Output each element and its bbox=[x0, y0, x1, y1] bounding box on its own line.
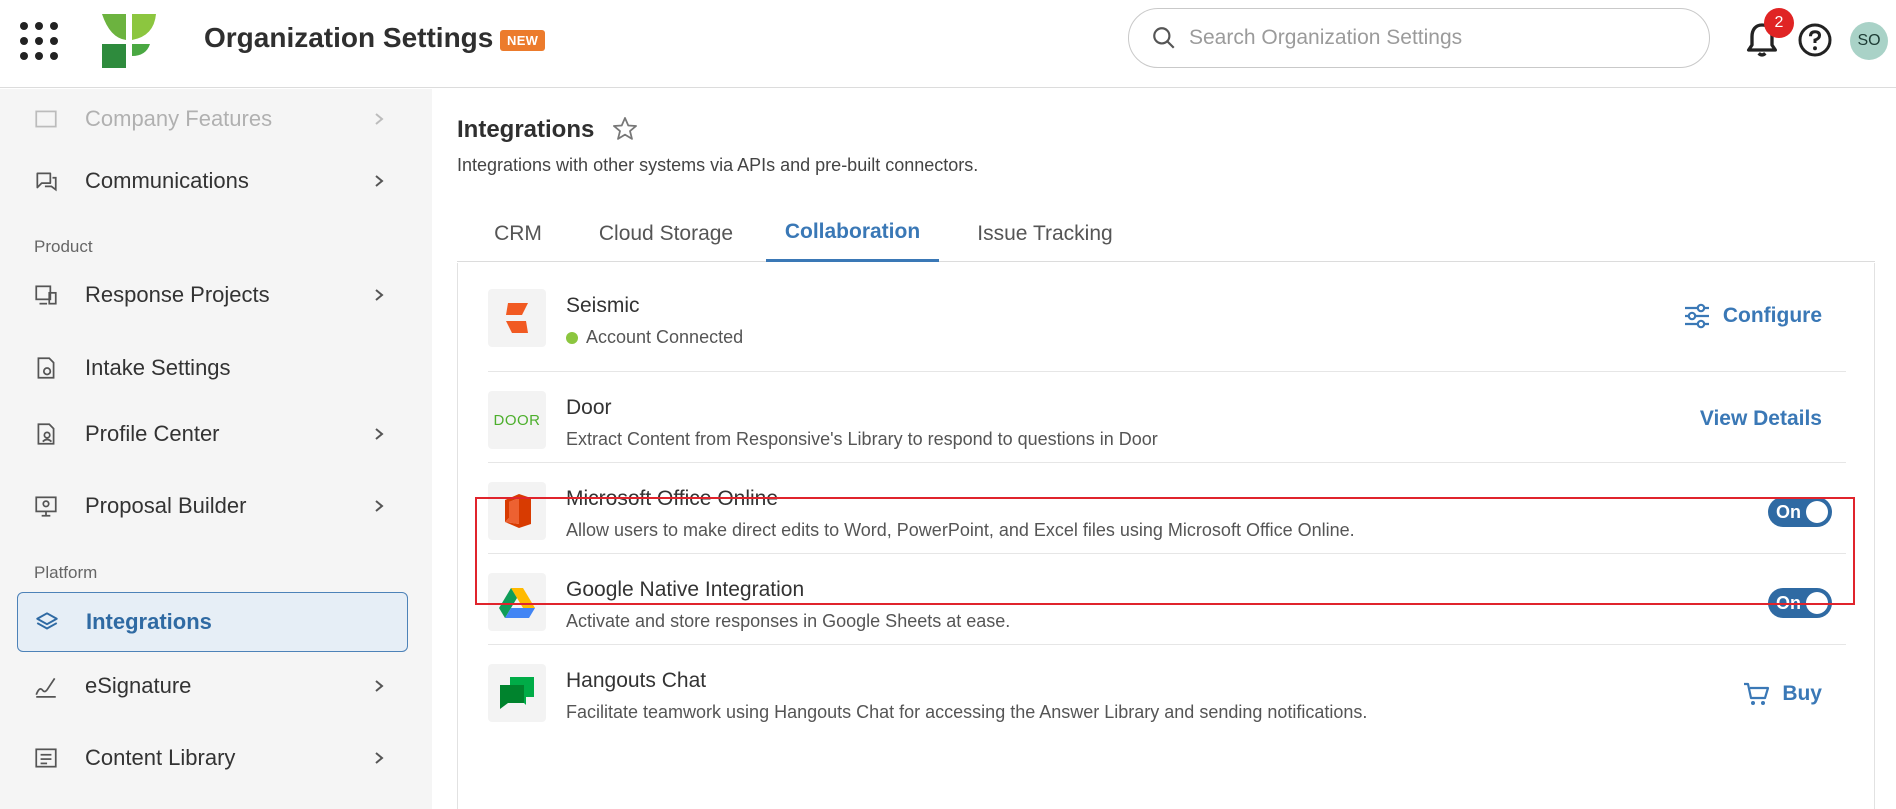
tab-cloud-storage[interactable]: Cloud Storage bbox=[581, 205, 751, 262]
chevron-right-icon bbox=[375, 113, 384, 125]
sidebar-section-product: Product bbox=[34, 237, 93, 256]
sliders-icon bbox=[1684, 303, 1709, 329]
top-header: Organization Settings NEW 2 SO bbox=[0, 0, 1896, 88]
door-logo: DOOR bbox=[488, 391, 546, 449]
integration-name: Seismic bbox=[566, 294, 640, 317]
help-icon[interactable] bbox=[1797, 22, 1833, 58]
status-label: Account Connected bbox=[586, 327, 744, 347]
search-input[interactable] bbox=[1189, 26, 1689, 50]
buy-button[interactable]: Buy bbox=[1742, 680, 1822, 708]
integration-tabs: CRM Cloud Storage Collaboration Issue Tr… bbox=[457, 205, 1875, 262]
sidebar-item-label: Communications bbox=[85, 168, 249, 193]
search-bar[interactable] bbox=[1128, 8, 1710, 68]
brand-logo bbox=[102, 14, 156, 68]
app-title: Organization Settings bbox=[204, 22, 494, 53]
sidebar-section-platform: Platform bbox=[34, 563, 98, 582]
sidebar-item-integrations[interactable]: Integrations bbox=[17, 592, 408, 652]
notification-count-badge: 2 bbox=[1764, 8, 1794, 38]
profile-center-icon bbox=[37, 423, 55, 445]
new-badge: NEW bbox=[500, 30, 546, 51]
sidebar-item-label: Response Projects bbox=[85, 282, 270, 307]
search-icon bbox=[1153, 27, 1175, 49]
proposal-builder-icon bbox=[35, 496, 57, 517]
hangouts-chat-logo bbox=[488, 664, 546, 722]
configure-button[interactable]: Configure bbox=[1683, 303, 1822, 329]
tab-crm[interactable]: CRM bbox=[475, 205, 561, 262]
view-details-button[interactable]: View Details bbox=[1700, 407, 1822, 431]
app-launcher-icon[interactable] bbox=[18, 20, 60, 62]
sidebar-item-label: Intake Settings bbox=[85, 355, 231, 380]
sidebar-item-response-projects[interactable]: Response Projects bbox=[17, 265, 408, 325]
status-connected-dot bbox=[566, 332, 578, 344]
sidebar-item-esignature[interactable]: eSignature bbox=[17, 656, 408, 716]
sidebar-item-intake-settings[interactable]: Intake Settings bbox=[17, 338, 408, 398]
integration-row-seismic: Seismic Account Connected Configure bbox=[488, 267, 1846, 372]
chevron-right-icon bbox=[375, 175, 384, 187]
sidebar-item-proposal-builder[interactable]: Proposal Builder bbox=[17, 476, 408, 536]
user-avatar[interactable]: SO bbox=[1850, 22, 1888, 60]
sidebar-item-profile-center[interactable]: Profile Center bbox=[17, 404, 408, 464]
configure-label: Configure bbox=[1722, 304, 1822, 327]
main-content: Integrations Integrations with other sys… bbox=[433, 89, 1896, 809]
sidebar-item-label: Company Features bbox=[85, 106, 273, 131]
integration-description: Extract Content from Responsive's Librar… bbox=[566, 429, 1158, 449]
page-title: Integrations bbox=[457, 116, 595, 143]
chevron-right-icon bbox=[375, 428, 384, 440]
sidebar-item-label: Profile Center bbox=[85, 421, 220, 446]
chevron-right-icon bbox=[375, 500, 384, 512]
sidebar-item-label: Proposal Builder bbox=[85, 493, 247, 518]
view-details-label: View Details bbox=[1699, 407, 1822, 430]
chevron-right-icon bbox=[375, 289, 384, 301]
sidebar-item-company-features[interactable]: Company Features bbox=[17, 89, 408, 149]
sidebar-item-label: Integrations bbox=[86, 609, 212, 634]
integration-name: Door bbox=[566, 396, 612, 419]
sidebar-item-content-library[interactable]: Content Library bbox=[17, 728, 408, 788]
integration-name: Hangouts Chat bbox=[566, 669, 707, 692]
layers-icon bbox=[36, 612, 58, 630]
integration-row-door: DOOR Door Extract Content from Responsiv… bbox=[488, 373, 1846, 463]
sidebar-item-label: Content Library bbox=[85, 745, 236, 770]
connection-status: Account Connected bbox=[566, 327, 743, 348]
buy-label: Buy bbox=[1782, 682, 1822, 705]
chat-icon bbox=[36, 172, 57, 192]
intake-settings-icon bbox=[37, 357, 55, 379]
door-logo-text: DOOR bbox=[493, 411, 541, 429]
projects-icon bbox=[35, 285, 57, 305]
favorite-star-icon[interactable] bbox=[611, 115, 639, 143]
integration-description: Activate and store responses in Google S… bbox=[566, 611, 1011, 631]
seismic-logo bbox=[488, 289, 546, 347]
page-subtitle: Integrations with other systems via APIs… bbox=[457, 155, 979, 175]
highlight-box bbox=[475, 497, 1855, 605]
integration-row-hangouts-chat: Hangouts Chat Facilitate teamwork using … bbox=[488, 646, 1846, 736]
chevron-right-icon bbox=[375, 680, 384, 692]
cart-icon bbox=[1744, 682, 1770, 705]
chevron-right-icon bbox=[375, 752, 384, 764]
sidebar-item-label: eSignature bbox=[85, 673, 192, 698]
tab-issue-tracking[interactable]: Issue Tracking bbox=[949, 205, 1141, 262]
sidebar-item-communications[interactable]: Communications bbox=[17, 151, 408, 211]
tab-collaboration[interactable]: Collaboration bbox=[766, 205, 939, 262]
signature-icon bbox=[35, 677, 56, 698]
sidebar: Company Features Communications Product … bbox=[0, 89, 432, 809]
company-features-icon bbox=[35, 110, 57, 128]
library-icon bbox=[35, 748, 57, 768]
integration-description: Facilitate teamwork using Hangouts Chat … bbox=[566, 702, 1368, 722]
